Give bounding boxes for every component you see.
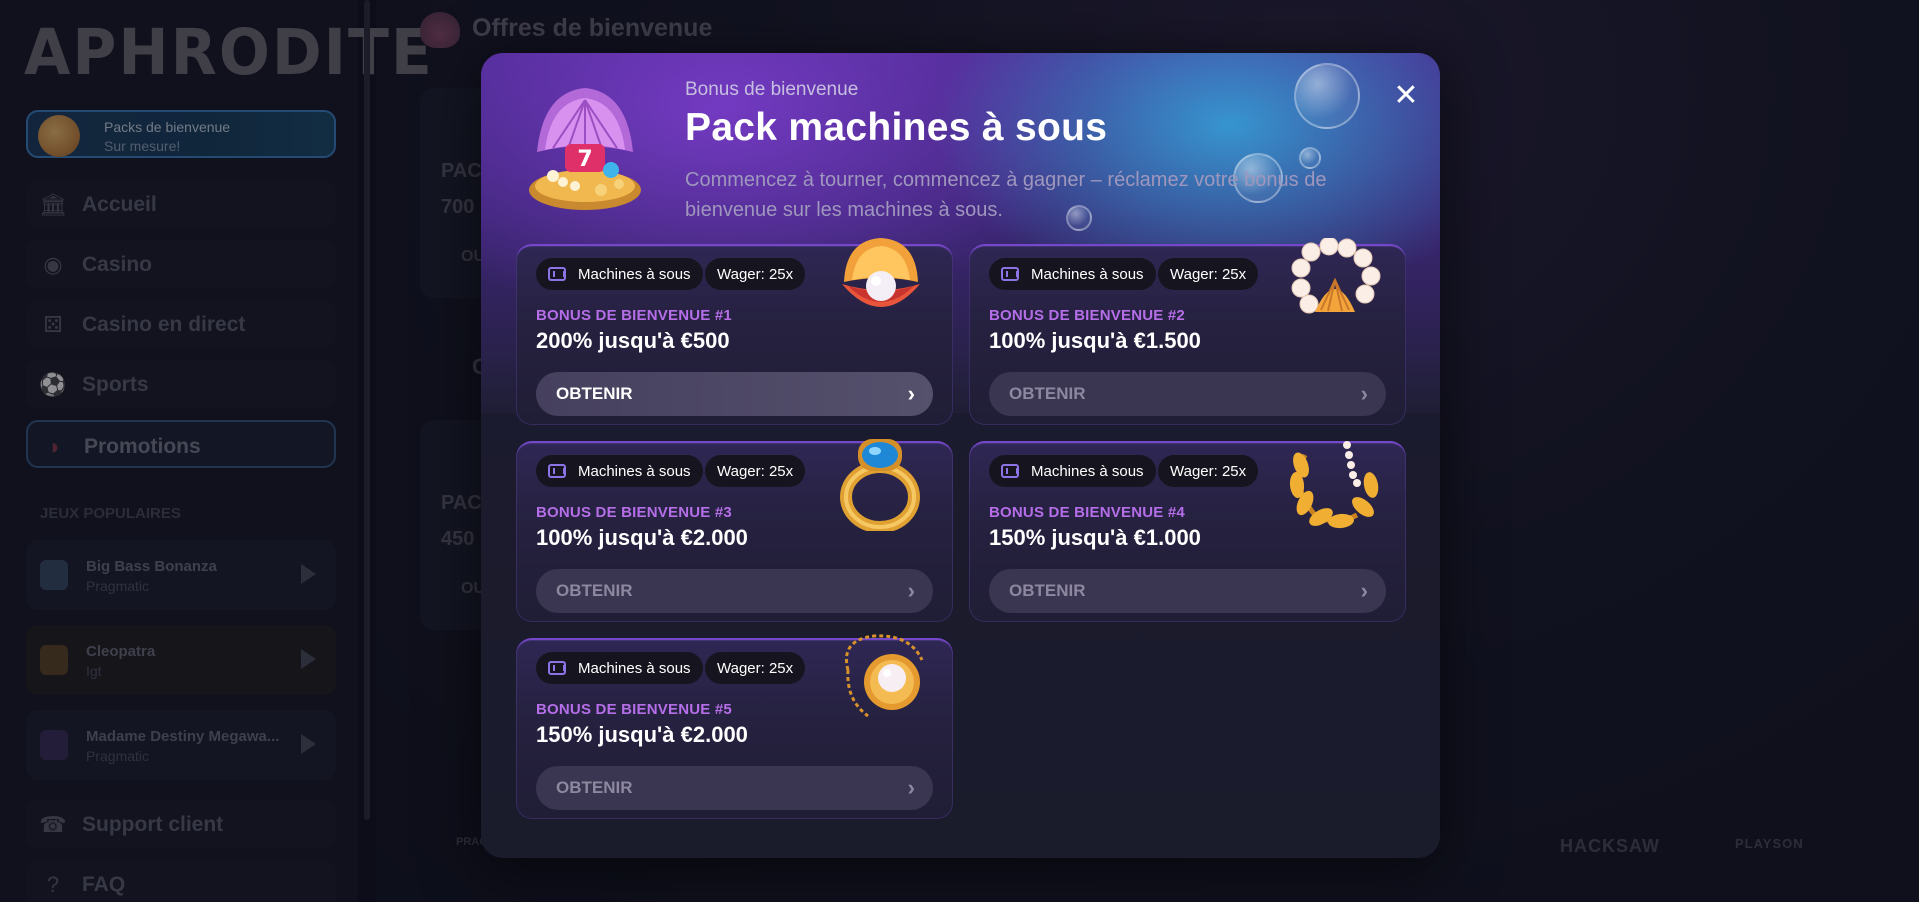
laurel-wreath-icon bbox=[1289, 441, 1379, 529]
category-badge: Machines à sous bbox=[536, 258, 703, 290]
chevron-right-icon: › bbox=[1360, 578, 1368, 603]
obtain-button-label: OBTENIR bbox=[1009, 581, 1086, 600]
bonus-offer: 150% jusqu'à €1.000 bbox=[989, 525, 1201, 550]
obtain-button-label: OBTENIR bbox=[556, 384, 633, 403]
obtain-button[interactable]: OBTENIR › bbox=[989, 372, 1386, 416]
category-label: Machines à sous bbox=[1031, 462, 1144, 480]
svg-text:7: 7 bbox=[577, 147, 592, 172]
bonus-label: BONUS DE BIENVENUE #3 bbox=[536, 504, 732, 521]
chevron-right-icon: › bbox=[907, 578, 915, 603]
bonus-card-1: Machines à sous Wager: 25x BONUS DE BIEN… bbox=[516, 238, 953, 425]
slot-machine-icon bbox=[1001, 464, 1019, 478]
modal-description: Commencez à tourner, commencez à gagner … bbox=[685, 169, 1327, 221]
wager-badge: Wager: 25x bbox=[705, 455, 806, 487]
bonus-offer: 100% jusqu'à €2.000 bbox=[536, 525, 748, 550]
bonus-label: BONUS DE BIENVENUE #5 bbox=[536, 701, 732, 718]
bonus-card-5: Machines à sous Wager: 25x BONUS DE BIEN… bbox=[516, 634, 953, 819]
bonus-offer: 150% jusqu'à €2.000 bbox=[536, 722, 748, 747]
obtain-button[interactable]: OBTENIR › bbox=[536, 569, 933, 613]
category-label: Machines à sous bbox=[1031, 265, 1144, 283]
slot-machine-icon bbox=[548, 661, 566, 675]
slot-machine-icon bbox=[1001, 267, 1019, 281]
category-badge: Machines à sous bbox=[536, 455, 703, 487]
obtain-button-label: OBTENIR bbox=[556, 778, 633, 797]
treasure-shell-icon: 7 bbox=[529, 88, 641, 210]
wager-badge: Wager: 25x bbox=[1158, 455, 1259, 487]
slot-machine-icon bbox=[548, 464, 566, 478]
obtain-button-label: OBTENIR bbox=[556, 581, 633, 600]
obtain-button-label: OBTENIR bbox=[1009, 384, 1086, 403]
bonus-offer: 100% jusqu'à €1.500 bbox=[989, 328, 1201, 353]
category-badge: Machines à sous bbox=[989, 258, 1156, 290]
wager-badge: Wager: 25x bbox=[705, 258, 806, 290]
chevron-right-icon: › bbox=[907, 775, 915, 800]
bonus-card-2: Machines à sous Wager: 25x BONUS DE BIEN… bbox=[969, 238, 1406, 425]
sapphire-ring-icon bbox=[840, 439, 920, 531]
obtain-button[interactable]: OBTENIR › bbox=[536, 766, 933, 810]
wager-badge: Wager: 25x bbox=[705, 652, 806, 684]
chevron-right-icon: › bbox=[907, 381, 915, 406]
modal-title: Pack machines à sous bbox=[685, 106, 1108, 149]
pearl-pendant-icon bbox=[845, 634, 924, 718]
bonus-card-4: Machines à sous Wager: 25x BONUS DE BIEN… bbox=[969, 441, 1406, 622]
bonus-card-3: Machines à sous Wager: 25x BONUS DE BIEN… bbox=[516, 439, 953, 622]
bonus-label: BONUS DE BIENVENUE #2 bbox=[989, 307, 1185, 324]
category-badge: Machines à sous bbox=[989, 455, 1156, 487]
pearl-shell-icon bbox=[842, 238, 920, 307]
close-button[interactable]: ✕ bbox=[1388, 78, 1424, 114]
bonus-label: BONUS DE BIENVENUE #4 bbox=[989, 504, 1185, 521]
obtain-button[interactable]: OBTENIR › bbox=[536, 372, 933, 416]
category-label: Machines à sous bbox=[578, 265, 691, 283]
obtain-button[interactable]: OBTENIR › bbox=[989, 569, 1386, 613]
bonus-label: BONUS DE BIENVENUE #1 bbox=[536, 307, 732, 324]
bonus-offer: 200% jusqu'à €500 bbox=[536, 328, 730, 353]
category-badge: Machines à sous bbox=[536, 652, 703, 684]
category-label: Machines à sous bbox=[578, 659, 691, 677]
wager-badge: Wager: 25x bbox=[1158, 258, 1259, 290]
pearl-bracelet-icon bbox=[1291, 238, 1381, 314]
category-label: Machines à sous bbox=[578, 462, 691, 480]
modal-subtitle: Bonus de bienvenue bbox=[685, 79, 859, 100]
chevron-right-icon: › bbox=[1360, 381, 1368, 406]
bubble-decoration bbox=[1294, 63, 1360, 129]
slot-machine-icon bbox=[548, 267, 566, 281]
